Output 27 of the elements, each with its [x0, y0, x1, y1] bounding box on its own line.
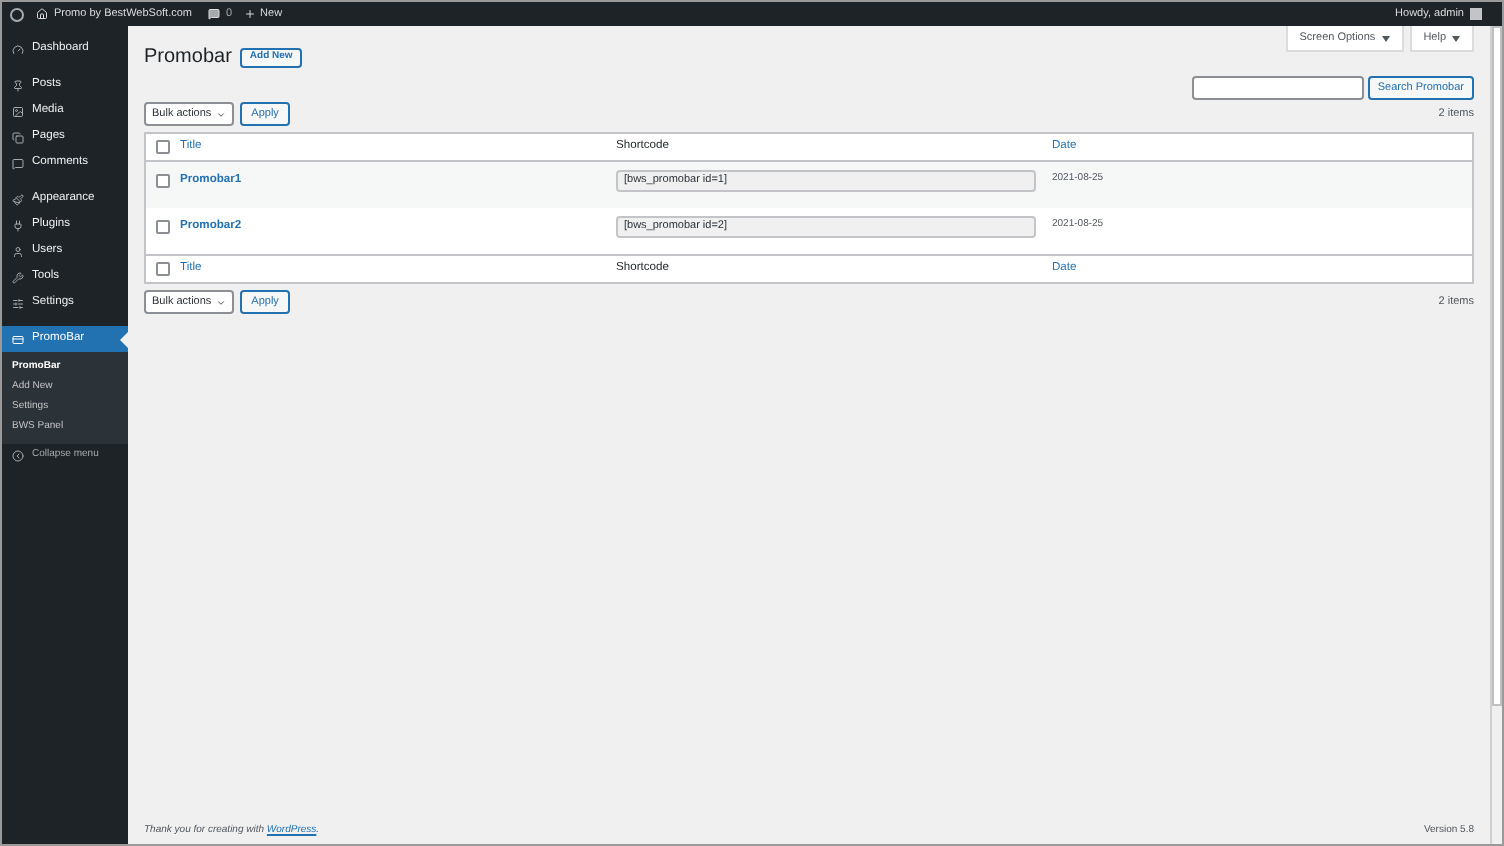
wrench-icon — [12, 271, 24, 283]
search-field[interactable] — [1191, 76, 1364, 100]
wordpress-logo-icon[interactable] — [10, 7, 24, 21]
row-checkbox[interactable] — [156, 219, 170, 234]
plug-icon — [12, 219, 24, 231]
collapse-icon — [12, 450, 24, 462]
user-icon — [12, 245, 24, 257]
pin-icon — [12, 79, 24, 91]
comment-icon — [12, 157, 24, 169]
chevron-down-icon — [215, 109, 226, 119]
pages-icon — [12, 131, 24, 143]
brush-icon — [12, 193, 24, 205]
home-icon[interactable] — [36, 8, 48, 20]
caret-icon — [1452, 35, 1460, 41]
comment-icon[interactable] — [207, 8, 220, 20]
caret-icon — [1381, 35, 1390, 41]
gauge-icon — [12, 43, 24, 55]
page-title: Promobar — [144, 44, 232, 72]
row-checkbox[interactable] — [156, 173, 170, 188]
scrollbar[interactable] — [1490, 26, 1502, 844]
row-checkbox[interactable] — [156, 262, 170, 276]
card-icon — [12, 333, 24, 345]
chevron-down-icon — [215, 297, 226, 307]
plus-icon[interactable] — [244, 8, 257, 20]
sliders-icon — [12, 297, 24, 309]
row-checkbox[interactable] — [156, 140, 170, 154]
image-icon — [12, 105, 24, 117]
